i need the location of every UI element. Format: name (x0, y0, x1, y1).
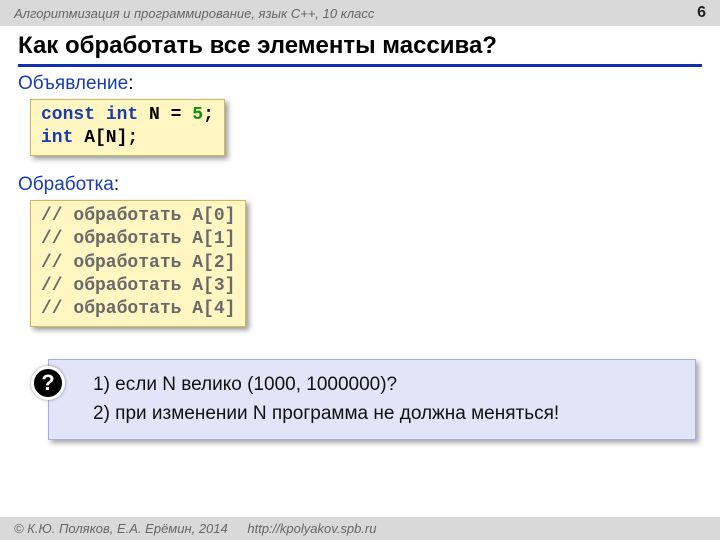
code-line: const int N = 5; (41, 104, 214, 127)
code-process-box: // обработать A[0] // обработать A[1] //… (30, 200, 246, 327)
question-box: ? 1) если N велико (1000, 1000000)? 2) п… (48, 359, 696, 440)
copyright: © К.Ю. Поляков, Е.А. Ерёмин, 2014 (14, 521, 228, 536)
question-mark-icon: ? (31, 366, 65, 400)
course-label: Алгоритмизация и программирование, язык … (14, 6, 374, 21)
kw-int: int (106, 105, 138, 125)
semi: ; (203, 105, 214, 125)
colon: : (114, 174, 119, 195)
eq: = (160, 105, 192, 125)
colon: : (128, 73, 133, 94)
code-line: int A[N]; (41, 127, 214, 150)
question-line-2: 2) при изменении N программа не должна м… (93, 399, 681, 428)
comment-line: // обработать A[2] (41, 252, 235, 275)
footer: © К.Ю. Поляков, Е.А. Ерёмин, 2014 http:/… (0, 517, 720, 540)
footer-url: http://kpolyakov.spb.ru (247, 521, 376, 536)
literal-5: 5 (192, 105, 203, 125)
kw-int: int (41, 128, 73, 148)
comment-line: // обработать A[4] (41, 298, 235, 321)
section-process-label: Обработка: (18, 174, 702, 196)
question-line-1: 1) если N велико (1000, 1000000)? (93, 370, 681, 399)
var-n: N (149, 105, 160, 125)
comment-line: // обработать A[1] (41, 228, 235, 251)
comment-line: // обработать A[3] (41, 275, 235, 298)
declare-word: Объявление (18, 73, 128, 94)
page-number: 6 (697, 4, 706, 22)
page-title: Как обработать все элементы массива? (18, 32, 702, 67)
arr-decl: A[N]; (73, 128, 138, 148)
topbar: Алгоритмизация и программирование, язык … (0, 0, 720, 26)
kw-const: const (41, 105, 95, 125)
code-declare-box: const int N = 5; int A[N]; (30, 99, 225, 156)
slide-body: Как обработать все элементы массива? Объ… (0, 26, 720, 440)
section-declare-label: Объявление: (18, 73, 702, 95)
comment-line: // обработать A[0] (41, 205, 235, 228)
process-word: Обработка (18, 174, 114, 195)
